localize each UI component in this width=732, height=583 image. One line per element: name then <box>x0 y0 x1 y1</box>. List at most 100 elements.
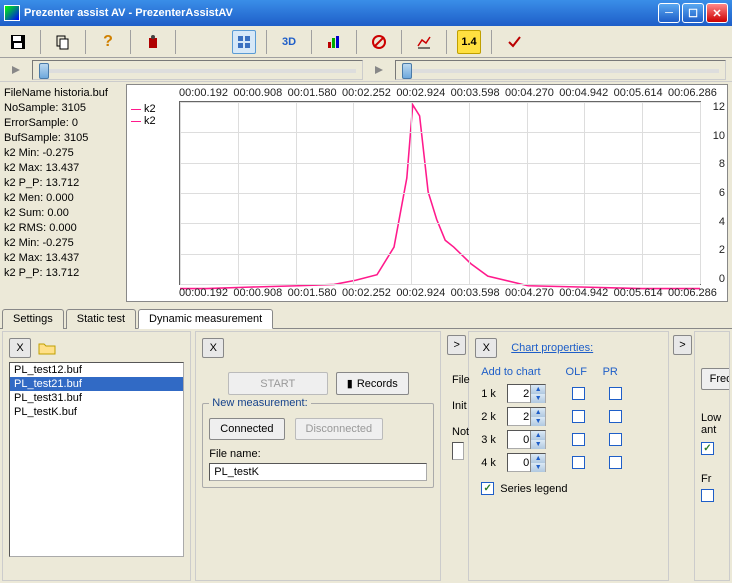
copy-button[interactable] <box>51 30 75 54</box>
pr-label: PR <box>595 366 625 378</box>
series-legend-label: Series legend <box>500 483 567 495</box>
olf-label: OLF <box>561 366 591 378</box>
badge-14[interactable]: 1.4 <box>457 30 481 54</box>
tab-static-test[interactable]: Static test <box>66 309 136 329</box>
help-button[interactable]: ? <box>96 30 120 54</box>
row-3-pr-checkbox[interactable] <box>609 433 622 446</box>
chart-icon[interactable] <box>322 30 346 54</box>
slider-collapse-icon[interactable] <box>6 60 26 80</box>
file-short-label: File <box>452 374 470 386</box>
x-tick: 00:01.580 <box>288 287 337 299</box>
info-line: k2 Max: 13.437 <box>4 161 118 176</box>
start-button[interactable]: START <box>228 372 328 395</box>
row-2-olf-checkbox[interactable] <box>572 410 585 423</box>
slider-2[interactable] <box>395 60 726 80</box>
chart-properties-title: Chart properties: <box>511 342 593 354</box>
chartprops-close-button[interactable]: X <box>475 338 497 358</box>
x-tick: 00:05.614 <box>614 87 663 99</box>
y-tick: 2 <box>719 244 725 256</box>
alert-icon[interactable] <box>141 30 165 54</box>
dynamic-panel: X PL_test12.bufPL_test21.bufPL_test31.bu… <box>0 329 732 583</box>
group-title: New measurement: <box>209 397 310 409</box>
file-list-item[interactable]: PL_test31.buf <box>10 391 183 405</box>
not-input[interactable] <box>452 442 464 460</box>
window-maximize-button[interactable]: ☐ <box>682 3 704 23</box>
x-tick: 00:04.270 <box>505 87 554 99</box>
x-tick: 00:02.924 <box>396 87 445 99</box>
slider-row <box>0 58 732 82</box>
info-line: k2 Min: -0.275 <box>4 236 118 251</box>
x-tick: 00:01.580 <box>288 87 337 99</box>
row-4-spin[interactable]: ▲▼ <box>507 453 546 472</box>
titlebar: Prezenter assist AV - PrezenterAssistAV … <box>0 0 732 26</box>
x-tick: 00:04.270 <box>505 287 554 299</box>
row-4-pr-checkbox[interactable] <box>609 456 622 469</box>
disconnected-button[interactable]: Disconnected <box>295 418 384 440</box>
file-pane: X PL_test12.bufPL_test21.bufPL_test31.bu… <box>2 331 191 581</box>
row-2-pr-checkbox[interactable] <box>609 410 622 423</box>
add-to-chart-label: Add to chart <box>481 366 557 378</box>
chart-area[interactable]: k2k2 00:00.19200:00.90800:01.58000:02.25… <box>126 84 728 302</box>
file-close-button[interactable]: X <box>9 338 31 358</box>
new-measurement-group: New measurement: Connected Disconnected … <box>202 403 434 488</box>
row-1-olf-checkbox[interactable] <box>572 387 585 400</box>
row-2-spin[interactable]: ▲▼ <box>507 407 546 426</box>
window-minimize-button[interactable]: ─ <box>658 3 680 23</box>
scroll-right-button[interactable]: > <box>447 335 466 355</box>
row-label: 3 k <box>481 434 501 446</box>
series-legend-checkbox[interactable] <box>481 482 494 495</box>
connected-button[interactable]: Connected <box>209 418 284 440</box>
filename-input[interactable] <box>209 463 427 481</box>
file-list[interactable]: PL_test12.bufPL_test21.bufPL_test31.bufP… <box>9 362 184 557</box>
row-3-spin[interactable]: ▲▼ <box>507 430 546 449</box>
tab-strip: Settings Static test Dynamic measurement <box>0 304 732 329</box>
row-1-pr-checkbox[interactable] <box>609 387 622 400</box>
window-close-button[interactable]: ✕ <box>706 3 728 23</box>
file-list-item[interactable]: PL_test21.buf <box>10 377 183 391</box>
row-3-olf-checkbox[interactable] <box>572 433 585 446</box>
row-4-olf-checkbox[interactable] <box>572 456 585 469</box>
row-1-spin[interactable]: ▲▼ <box>507 384 546 403</box>
records-button[interactable]: ▮Records <box>336 372 409 395</box>
ant-label: ant <box>701 424 723 436</box>
folder-open-icon[interactable] <box>35 338 59 358</box>
info-line: k2 Sum: 0.00 <box>4 206 118 221</box>
x-tick: 00:00.908 <box>233 87 282 99</box>
tab-dynamic-measurement[interactable]: Dynamic measurement <box>138 309 273 329</box>
right-cut-pane: Freq Low ant Fr <box>694 331 730 581</box>
x-tick: 00:00.192 <box>179 287 228 299</box>
file-list-item[interactable]: PL_testK.buf <box>10 405 183 419</box>
x-tick: 00:00.192 <box>179 87 228 99</box>
right-check-2[interactable] <box>701 489 714 502</box>
info-line: k2 Max: 13.437 <box>4 251 118 266</box>
freq-button[interactable]: Freq <box>701 368 730 390</box>
info-line: NoSample: 3105 <box>4 101 118 116</box>
info-line: k2 P_P: 13.712 <box>4 176 118 191</box>
check-icon[interactable] <box>502 30 526 54</box>
info-line: k2 Min: -0.275 <box>4 146 118 161</box>
info-line: k2 Men: 0.000 <box>4 191 118 206</box>
x-tick: 00:05.614 <box>614 287 663 299</box>
save-button[interactable] <box>6 30 30 54</box>
3d-button[interactable]: 3D <box>277 30 301 54</box>
x-tick: 00:06.286 <box>668 287 717 299</box>
x-tick: 00:03.598 <box>451 87 500 99</box>
records-icon: ▮ <box>347 377 353 390</box>
trend-icon[interactable] <box>412 30 436 54</box>
info-line: ErrorSample: 0 <box>4 116 118 131</box>
x-tick: 00:06.286 <box>668 87 717 99</box>
measurement-pane: X START ▮Records New measurement: Connec… <box>195 331 441 581</box>
slider-1[interactable] <box>32 60 363 80</box>
slider-collapse-icon-2[interactable] <box>369 60 389 80</box>
file-list-item[interactable]: PL_test12.buf <box>10 363 183 377</box>
x-tick: 00:02.924 <box>396 287 445 299</box>
no-circle-icon[interactable] <box>367 30 391 54</box>
right-check-1[interactable] <box>701 442 714 455</box>
x-tick: 00:03.598 <box>451 287 500 299</box>
measurement-close-button[interactable]: X <box>202 338 224 358</box>
y-tick: 8 <box>719 158 725 170</box>
tab-settings[interactable]: Settings <box>2 309 64 329</box>
grid-view-button[interactable] <box>232 30 256 54</box>
info-column: FileName historia.bufNoSample: 3105Error… <box>0 82 122 304</box>
scroll-right-button-2[interactable]: > <box>673 335 692 355</box>
